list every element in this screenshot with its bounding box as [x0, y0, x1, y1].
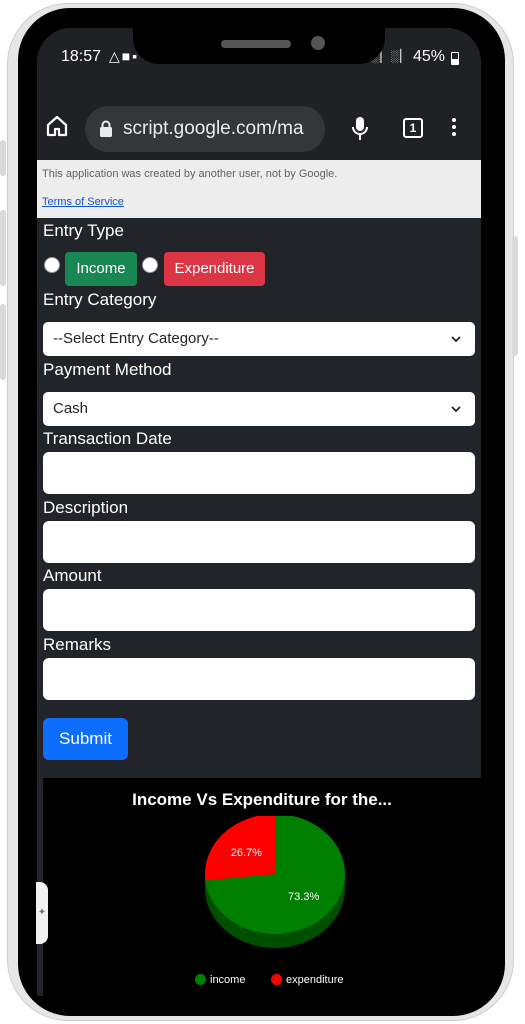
remarks-label: Remarks: [43, 635, 112, 654]
pie-chart: 73.3% 26.7%: [205, 816, 345, 948]
url-text: script.google.com/ma: [123, 118, 304, 139]
legend-label: expenditure: [286, 974, 344, 986]
status-time: 18:57: [61, 48, 102, 65]
lock-icon: [100, 120, 112, 137]
pie-data-label-income: 73.3%: [288, 891, 319, 903]
income-expenditure-chart: Income Vs Expenditure for the... 73.3% 26…: [43, 778, 481, 996]
terms-of-service-link[interactable]: Terms of Service: [42, 196, 124, 208]
description-field[interactable]: [43, 521, 475, 563]
submit-button[interactable]: Submit: [43, 718, 128, 760]
overflow-menu-icon[interactable]: [451, 118, 457, 138]
legend-label: income: [210, 974, 246, 986]
legend-swatch: [271, 974, 282, 985]
battery-percent: 45%: [413, 48, 446, 65]
payment-method-value: Cash: [53, 400, 89, 417]
chart-title: Income Vs Expenditure for the...: [132, 790, 392, 809]
chevron-down-icon: [451, 406, 461, 413]
banner-message: This application was created by another …: [42, 168, 338, 180]
pie-data-label-expenditure: 26.7%: [231, 847, 262, 859]
legend-item-expenditure: expenditure: [271, 974, 344, 986]
entry-type-label: Entry Type: [43, 221, 124, 240]
notification-icons: △■▪: [109, 48, 140, 64]
income-radio[interactable]: [44, 257, 60, 273]
front-camera: [311, 36, 325, 50]
side-button: [0, 304, 6, 380]
income-badge[interactable]: Income: [65, 252, 137, 286]
browser-toolbar: script.google.com/ma 1: [37, 84, 481, 160]
side-button: [0, 140, 6, 176]
entry-category-value: --Select Entry Category--: [53, 330, 219, 347]
screen: 18:57 △■▪ ░▏░▏ 45% script.google.com/ma …: [37, 28, 481, 996]
battery-icon: [451, 52, 459, 65]
payment-method-select[interactable]: Cash: [43, 392, 475, 426]
side-button: [0, 210, 6, 286]
payment-method-label: Payment Method: [43, 360, 172, 379]
accessibility-tab[interactable]: ✦: [36, 882, 48, 944]
speaker-grille: [221, 40, 291, 48]
address-bar[interactable]: script.google.com/ma: [85, 106, 325, 152]
amount-field[interactable]: [43, 589, 475, 631]
transaction-date-field[interactable]: [43, 452, 475, 494]
camera-notch: [133, 18, 385, 64]
entry-category-select[interactable]: --Select Entry Category--: [43, 322, 475, 356]
tab-switcher-button[interactable]: 1: [403, 118, 423, 138]
side-button: [512, 236, 518, 356]
expenditure-badge[interactable]: Expenditure: [164, 252, 265, 286]
legend-swatch: [195, 974, 206, 985]
home-icon[interactable]: [45, 114, 69, 138]
apps-script-banner: This application was created by another …: [37, 160, 481, 218]
expenditure-radio[interactable]: [142, 257, 158, 273]
remarks-field[interactable]: [43, 658, 475, 700]
description-label: Description: [43, 498, 129, 517]
transaction-date-label: Transaction Date: [43, 429, 172, 448]
legend-item-income: income: [195, 974, 245, 986]
microphone-icon[interactable]: [351, 116, 369, 142]
amount-label: Amount: [43, 566, 102, 585]
chevron-down-icon: [451, 336, 461, 343]
entry-category-label: Entry Category: [43, 290, 157, 309]
